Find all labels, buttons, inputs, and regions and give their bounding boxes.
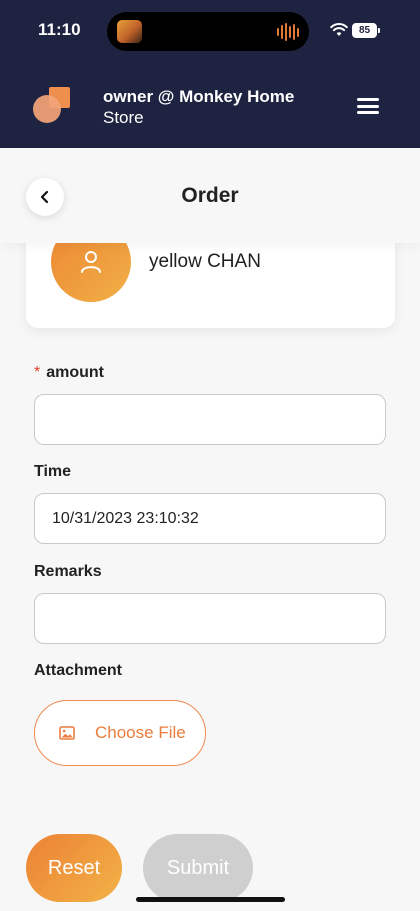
hamburger-icon: [357, 98, 379, 101]
battery-level: 85: [358, 24, 371, 36]
time-label: Time: [34, 463, 72, 480]
amount-input[interactable]: [34, 394, 386, 445]
amount-label: * amount: [34, 364, 104, 382]
user-icon: [81, 251, 101, 273]
now-playing-artwork: [117, 20, 142, 43]
wifi-icon: [330, 23, 348, 36]
remarks-label: Remarks: [34, 563, 102, 580]
account-name: owner @ Monkey Home: [103, 87, 295, 106]
reset-button[interactable]: Reset: [26, 834, 122, 902]
choose-file-label: Choose File: [95, 723, 186, 742]
time-input[interactable]: [34, 493, 386, 544]
menu-button[interactable]: [356, 96, 380, 116]
page-title-bar: Order: [0, 148, 420, 243]
choose-file-button[interactable]: Choose File: [34, 700, 206, 766]
remarks-input[interactable]: [34, 593, 386, 644]
store-name: Store: [103, 108, 144, 127]
amount-label-text: amount: [46, 364, 105, 381]
battery-icon: 85: [352, 23, 380, 38]
submit-button[interactable]: Submit: [143, 834, 253, 902]
image-icon: [59, 726, 75, 740]
dynamic-island: [107, 12, 309, 51]
app-logo: [33, 87, 70, 123]
status-time: 11:10: [38, 20, 81, 39]
attachment-label: Attachment: [34, 662, 123, 679]
audio-waveform-icon: [277, 22, 299, 42]
required-mark: *: [34, 364, 41, 381]
app-header: 11:10 85 owner @ Monkey Home Store: [0, 0, 420, 148]
home-indicator: [136, 897, 285, 902]
page-title: Order: [181, 184, 239, 207]
customer-name: yellow CHAN: [149, 251, 261, 272]
